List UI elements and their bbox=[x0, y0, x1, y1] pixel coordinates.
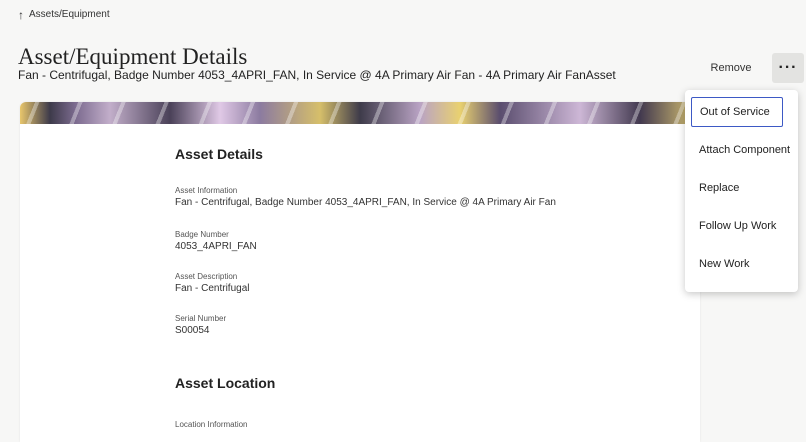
asset-information-value: Fan - Centrifugal, Badge Number 4053_4AP… bbox=[175, 197, 556, 208]
more-actions-button[interactable]: ··· bbox=[772, 53, 804, 83]
page-title: Asset/Equipment Details bbox=[18, 44, 248, 69]
breadcrumb-label: Assets/Equipment bbox=[29, 9, 110, 20]
menu-item-follow-up-work[interactable]: Follow Up Work bbox=[685, 211, 798, 241]
remove-button[interactable]: Remove bbox=[700, 58, 762, 78]
menu-item-out-of-service[interactable]: Out of Service bbox=[691, 97, 783, 127]
asset-detail-card: Asset Details Asset Information Fan - Ce… bbox=[20, 102, 700, 442]
card-banner bbox=[20, 102, 700, 124]
location-information-label: Location Information bbox=[175, 420, 248, 429]
breadcrumb[interactable]: ↑ Assets/Equipment bbox=[18, 7, 110, 22]
page-subtitle: Fan - Centrifugal, Badge Number 4053_4AP… bbox=[18, 68, 616, 82]
badge-number-label: Badge Number bbox=[175, 230, 229, 239]
menu-item-attach-component[interactable]: Attach Component bbox=[685, 135, 798, 165]
more-horizontal-icon: ··· bbox=[778, 59, 798, 76]
menu-item-replace[interactable]: Replace bbox=[685, 173, 798, 203]
menu-item-new-work[interactable]: New Work bbox=[685, 249, 798, 279]
asset-details-heading: Asset Details bbox=[175, 146, 263, 162]
serial-number-label: Serial Number bbox=[175, 314, 227, 323]
more-actions-menu: Out of Service Attach Component Replace … bbox=[685, 90, 798, 292]
arrow-up-icon: ↑ bbox=[18, 7, 24, 22]
asset-location-heading: Asset Location bbox=[175, 375, 276, 391]
asset-description-label: Asset Description bbox=[175, 272, 238, 281]
serial-number-value: S00054 bbox=[175, 325, 210, 336]
badge-number-value: 4053_4APRI_FAN bbox=[175, 241, 257, 252]
asset-information-label: Asset Information bbox=[175, 186, 238, 195]
asset-description-value: Fan - Centrifugal bbox=[175, 283, 250, 294]
